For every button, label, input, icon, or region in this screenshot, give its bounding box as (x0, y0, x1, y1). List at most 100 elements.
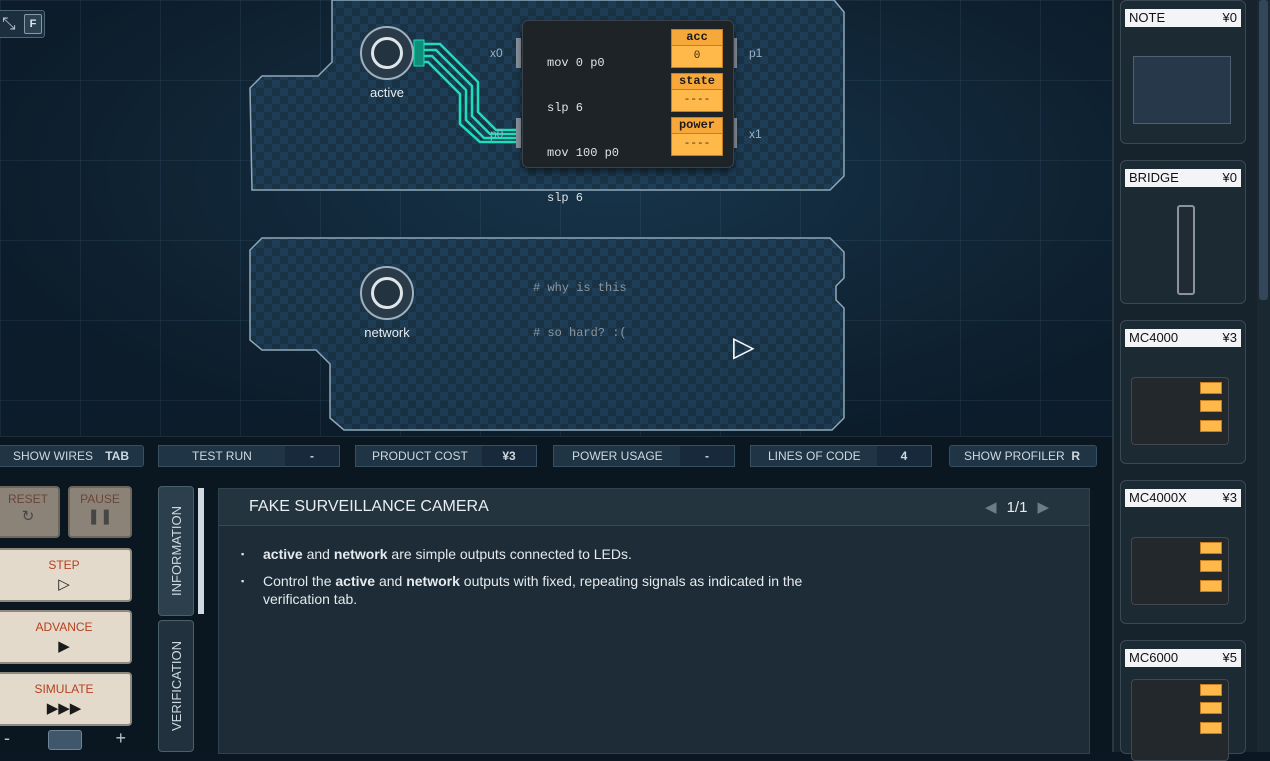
pin-x1-label: x1 (749, 127, 762, 141)
register-power: power ---- (671, 117, 723, 157)
tab-verification[interactable]: VERIFICATION (158, 620, 194, 752)
expand-icon: ⤡ (2, 14, 16, 33)
pin-x0-label: x0 (490, 46, 503, 60)
network-port-label: network (364, 325, 410, 340)
power-usage-label: POWER USAGE (572, 449, 663, 463)
pin-x0[interactable] (516, 38, 521, 68)
tab-verification-label: VERIFICATION (169, 640, 184, 732)
pause-icon: ❚❚ (87, 508, 113, 525)
tab-information[interactable]: INFORMATION (158, 486, 194, 616)
prev-page-icon[interactable]: ◀ (985, 499, 997, 516)
next-page-icon[interactable]: ▶ (1037, 499, 1049, 516)
mouse-cursor-icon: ▷ (733, 331, 755, 362)
code-editor[interactable]: mov 0 p0 slp 6 mov 100 p0 slp 6 # why is… (533, 26, 627, 371)
part-price: ¥5 (1222, 650, 1237, 665)
test-run-indicator: TEST RUN - (158, 445, 340, 467)
pause-label: PAUSE (80, 492, 120, 506)
product-cost-value: ¥3 (482, 446, 536, 466)
mc4000x-preview-icon (1131, 537, 1229, 605)
lines-of-code-label: LINES OF CODE (768, 449, 861, 463)
bullet-text: and (302, 546, 334, 562)
keyword-active: active (335, 573, 376, 589)
keyword-network: network (406, 573, 460, 589)
show-profiler-key: R (1071, 449, 1080, 463)
part-price: ¥3 (1222, 330, 1237, 345)
mc4000-preview-icon (1131, 377, 1229, 445)
info-bullet: Control the active and network outputs w… (241, 572, 803, 608)
code-line: slp 6 (547, 191, 584, 205)
bottom-panel: RESET ↻ PAUSE ❚❚ STEP ▷ ADVANCE ▶ SIMULA… (0, 474, 1112, 754)
advance-icon: ▶ (58, 638, 70, 655)
code-line: mov 100 p0 (547, 146, 620, 160)
pin-p0[interactable] (516, 118, 521, 148)
show-wires-label: SHOW WIRES (13, 449, 93, 463)
code-comment: # why is this (533, 281, 627, 295)
part-header: MC6000 ¥5 (1125, 649, 1241, 667)
register-acc: acc 0 (671, 29, 723, 69)
part-header: BRIDGE ¥0 (1125, 169, 1241, 187)
part-price: ¥0 (1222, 10, 1237, 25)
part-name: MC4000X (1129, 490, 1187, 505)
speed-slider[interactable]: - + (0, 728, 130, 750)
register-value: ---- (671, 134, 723, 156)
pin-p0-label: p0 (490, 127, 504, 141)
pause-button[interactable]: PAUSE ❚❚ (68, 486, 132, 538)
show-wires-button[interactable]: SHOW WIRES TAB (0, 445, 144, 467)
part-note[interactable]: NOTE ¥0 (1120, 0, 1246, 144)
product-cost-indicator: PRODUCT COST ¥3 (355, 445, 537, 467)
part-mc4000x[interactable]: MC4000X ¥3 (1120, 480, 1246, 624)
bullet-text: Control the (263, 573, 336, 589)
advance-button[interactable]: ADVANCE ▶ (0, 610, 132, 664)
simulate-icon: ▶▶▶ (46, 700, 82, 717)
show-profiler-label: SHOW PROFILER (964, 449, 1065, 463)
info-bullet: active and network are simple outputs co… (241, 545, 803, 563)
puzzle-title: FAKE SURVEILLANCE CAMERA (249, 498, 489, 515)
mc4000-chip[interactable]: mov 0 p0 slp 6 mov 100 p0 slp 6 # why is… (522, 20, 734, 340)
speed-slider-handle[interactable] (48, 730, 82, 750)
pin-p1-label: p1 (749, 46, 763, 60)
active-tab-indicator (198, 488, 204, 614)
part-price: ¥0 (1222, 170, 1237, 185)
note-preview-icon (1133, 56, 1231, 124)
reset-button[interactable]: RESET ↻ (0, 486, 60, 538)
active-port-label: active (370, 85, 404, 100)
register-name: state (671, 73, 723, 90)
step-button[interactable]: STEP ▷ (0, 548, 132, 602)
test-run-label: TEST RUN (192, 449, 252, 463)
page-navigator: ◀ 1/1 ▶ (975, 498, 1059, 516)
part-mc6000[interactable]: MC6000 ¥5 (1120, 640, 1246, 761)
part-name: MC6000 (1129, 650, 1179, 665)
bullet-text: and (375, 573, 407, 589)
bridge-preview-icon (1177, 205, 1195, 295)
step-label: STEP (48, 558, 80, 572)
register-name: power (671, 117, 723, 134)
speed-decrease[interactable]: - (4, 728, 10, 749)
part-header: NOTE ¥0 (1125, 9, 1241, 27)
part-name: MC4000 (1129, 330, 1179, 345)
advance-label: ADVANCE (35, 620, 93, 634)
lines-of-code-indicator: LINES OF CODE 4 (750, 445, 932, 467)
power-usage-indicator: POWER USAGE - (553, 445, 735, 467)
network-output-port[interactable] (360, 266, 414, 320)
fullscreen-toggle-button[interactable]: ⤡ F (0, 10, 45, 38)
simulate-label: SIMULATE (34, 682, 94, 696)
circuit-workspace[interactable]: ⤡ F active network x0 p0 p1 x1 mov 0 p0 … (0, 0, 1112, 436)
part-mc4000[interactable]: MC4000 ¥3 (1120, 320, 1246, 464)
keyword-network: network (333, 546, 388, 562)
bullet-text: are simple outputs connected to LEDs. (387, 546, 632, 562)
register-value: ---- (671, 90, 723, 112)
reset-icon: ↻ (21, 508, 35, 525)
part-bridge[interactable]: BRIDGE ¥0 (1120, 160, 1246, 304)
simulate-button[interactable]: SIMULATE ▶▶▶ (0, 672, 132, 726)
show-profiler-button[interactable]: SHOW PROFILER R (949, 445, 1097, 467)
part-name: NOTE (1129, 10, 1166, 25)
speed-increase[interactable]: + (115, 728, 126, 749)
active-output-port[interactable] (360, 26, 414, 80)
fullscreen-key-badge: F (24, 14, 42, 34)
scrollbar-thumb[interactable] (1259, 0, 1268, 300)
part-header: MC4000X ¥3 (1125, 489, 1241, 507)
parts-scrollbar[interactable] (1257, 0, 1270, 752)
part-header: MC4000 ¥3 (1125, 329, 1241, 347)
mc6000-preview-icon (1131, 679, 1229, 761)
keyword-active: active (263, 546, 303, 562)
